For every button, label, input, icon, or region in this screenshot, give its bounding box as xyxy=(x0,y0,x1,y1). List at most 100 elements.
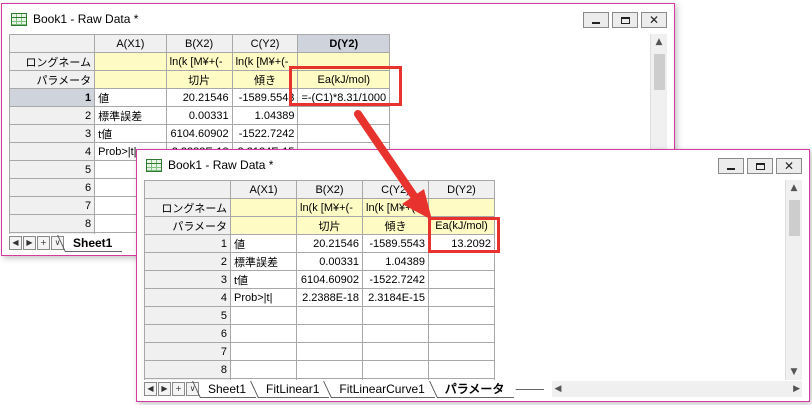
cell[interactable] xyxy=(428,270,495,289)
cell-param-d[interactable]: Ea(kJ/mol) xyxy=(428,216,495,235)
tab-parameter[interactable]: パラメータ xyxy=(436,381,515,398)
row-header-2[interactable]: 2 xyxy=(144,252,231,271)
cell[interactable]: 切片 xyxy=(165,70,233,89)
minimize-button[interactable] xyxy=(583,12,609,28)
column-header-b[interactable]: B(X2) xyxy=(165,34,233,53)
row-header-4[interactable]: 4 xyxy=(9,142,96,161)
cell[interactable] xyxy=(428,360,495,379)
column-header-b[interactable]: B(X2) xyxy=(296,180,363,199)
cell[interactable] xyxy=(428,342,495,361)
tab-fitlinear1[interactable]: FitLinear1 xyxy=(258,381,330,398)
column-header-c[interactable]: C(Y2) xyxy=(231,34,299,53)
column-header-a[interactable]: A(X1) xyxy=(230,180,297,199)
cell[interactable]: 値 xyxy=(94,88,167,107)
tab-fitlinearcurve1[interactable]: FitLinearCurve1 xyxy=(331,381,435,398)
row-header-4[interactable]: 4 xyxy=(144,288,231,307)
add-sheet-button[interactable]: + xyxy=(172,382,185,396)
tab-sheet1[interactable]: Sheet1 xyxy=(65,235,123,252)
scroll-thumb[interactable] xyxy=(654,54,665,90)
cell[interactable]: 標準誤差 xyxy=(94,106,167,125)
cell[interactable]: 2.3184E-15 xyxy=(362,288,429,307)
title-bar[interactable]: Book1 - Raw Data * ✕ xyxy=(2,4,674,34)
cell[interactable] xyxy=(230,324,297,343)
cell[interactable]: 6104.60902 xyxy=(296,270,363,289)
cell[interactable] xyxy=(428,198,495,217)
corner-cell[interactable] xyxy=(144,180,231,199)
cell[interactable]: 1.04389 xyxy=(362,252,429,271)
row-header-6[interactable]: 6 xyxy=(9,178,96,197)
workbook-window-front[interactable]: Book1 - Raw Data * ✕ A(X1) B(X2) C(Y2) D… xyxy=(136,149,810,402)
cell[interactable]: Prob>|t| xyxy=(230,288,297,307)
row-header-7[interactable]: 7 xyxy=(9,196,96,215)
cell[interactable]: 1.04389 xyxy=(231,106,299,125)
cell[interactable]: -1589.5543 xyxy=(231,88,299,107)
cell[interactable]: 傾き xyxy=(231,70,299,89)
cell[interactable] xyxy=(428,252,495,271)
horizontal-scrollbar[interactable]: ◀ ▶ xyxy=(552,381,802,397)
cell[interactable]: 6104.60902 xyxy=(165,124,233,143)
scroll-down-icon[interactable]: ▼ xyxy=(786,364,802,381)
vertical-scrollbar[interactable]: ▲ ▼ xyxy=(785,180,802,381)
corner-cell[interactable] xyxy=(9,34,96,53)
scroll-left-icon[interactable]: ◀ xyxy=(554,381,561,397)
cell[interactable]: ln(k [M¥+(- xyxy=(296,198,363,217)
scroll-up-icon[interactable]: ▲ xyxy=(651,34,667,51)
row-header-8[interactable]: 8 xyxy=(144,360,231,379)
result-cell[interactable]: 13.2092 xyxy=(428,234,495,253)
cell[interactable] xyxy=(428,288,495,307)
row-header-1[interactable]: 1 xyxy=(144,234,231,253)
cell[interactable]: -1522.7242 xyxy=(231,124,299,143)
maximize-button[interactable] xyxy=(747,158,773,174)
cell-param-d[interactable]: Ea(kJ/mol) xyxy=(297,70,391,89)
cell[interactable]: 2.2388E-18 xyxy=(296,288,363,307)
formula-cell[interactable]: =-(C1)*8.31/1000 xyxy=(297,88,391,107)
row-header-8[interactable]: 8 xyxy=(9,214,96,233)
cell[interactable]: 標準誤差 xyxy=(230,252,297,271)
cell[interactable] xyxy=(297,124,391,143)
cell[interactable]: t値 xyxy=(94,124,167,143)
tab-next-button[interactable]: ▶ xyxy=(158,382,171,396)
cell[interactable]: 傾き xyxy=(362,216,429,235)
cell[interactable]: ln(k [M¥+(- xyxy=(231,52,299,71)
row-header-1[interactable]: 1 xyxy=(9,88,96,107)
cell[interactable] xyxy=(362,342,429,361)
column-header-d[interactable]: D(Y2) xyxy=(428,180,495,199)
cell[interactable] xyxy=(362,306,429,325)
cell[interactable] xyxy=(428,324,495,343)
tab-prev-button[interactable]: ◀ xyxy=(144,382,157,396)
row-label-parameter[interactable]: パラメータ xyxy=(144,216,231,235)
scroll-thumb[interactable] xyxy=(789,200,800,236)
scroll-up-icon[interactable]: ▲ xyxy=(786,180,802,197)
cell[interactable] xyxy=(362,324,429,343)
cell[interactable] xyxy=(230,198,297,217)
title-bar[interactable]: Book1 - Raw Data * ✕ xyxy=(137,150,809,180)
cell[interactable]: 値 xyxy=(230,234,297,253)
cell[interactable]: -1589.5543 xyxy=(362,234,429,253)
cell[interactable]: 0.00331 xyxy=(296,252,363,271)
cell[interactable] xyxy=(230,342,297,361)
cell[interactable]: 切片 xyxy=(296,216,363,235)
cell[interactable] xyxy=(296,360,363,379)
cell[interactable] xyxy=(297,106,391,125)
maximize-button[interactable] xyxy=(612,12,638,28)
cell[interactable] xyxy=(362,360,429,379)
cell[interactable] xyxy=(230,306,297,325)
tab-empty[interactable] xyxy=(516,388,545,390)
cell[interactable] xyxy=(296,342,363,361)
tab-prev-button[interactable]: ◀ xyxy=(9,236,22,250)
cell[interactable] xyxy=(428,306,495,325)
tab-sheet1[interactable]: Sheet1 xyxy=(200,381,257,398)
close-button[interactable]: ✕ xyxy=(641,12,667,28)
cell[interactable] xyxy=(230,360,297,379)
column-header-d[interactable]: D(Y2) xyxy=(297,34,391,53)
cell[interactable] xyxy=(94,70,167,89)
scroll-right-icon[interactable]: ▶ xyxy=(793,381,800,397)
close-button[interactable]: ✕ xyxy=(776,158,802,174)
cell[interactable]: 20.21546 xyxy=(165,88,233,107)
cell[interactable]: ln(k [M¥+(- xyxy=(362,198,429,217)
column-header-c[interactable]: C(Y2) xyxy=(362,180,429,199)
cell[interactable] xyxy=(296,306,363,325)
row-header-7[interactable]: 7 xyxy=(144,342,231,361)
row-header-3[interactable]: 3 xyxy=(9,124,96,143)
cell[interactable]: ln(k [M¥+(- xyxy=(165,52,233,71)
